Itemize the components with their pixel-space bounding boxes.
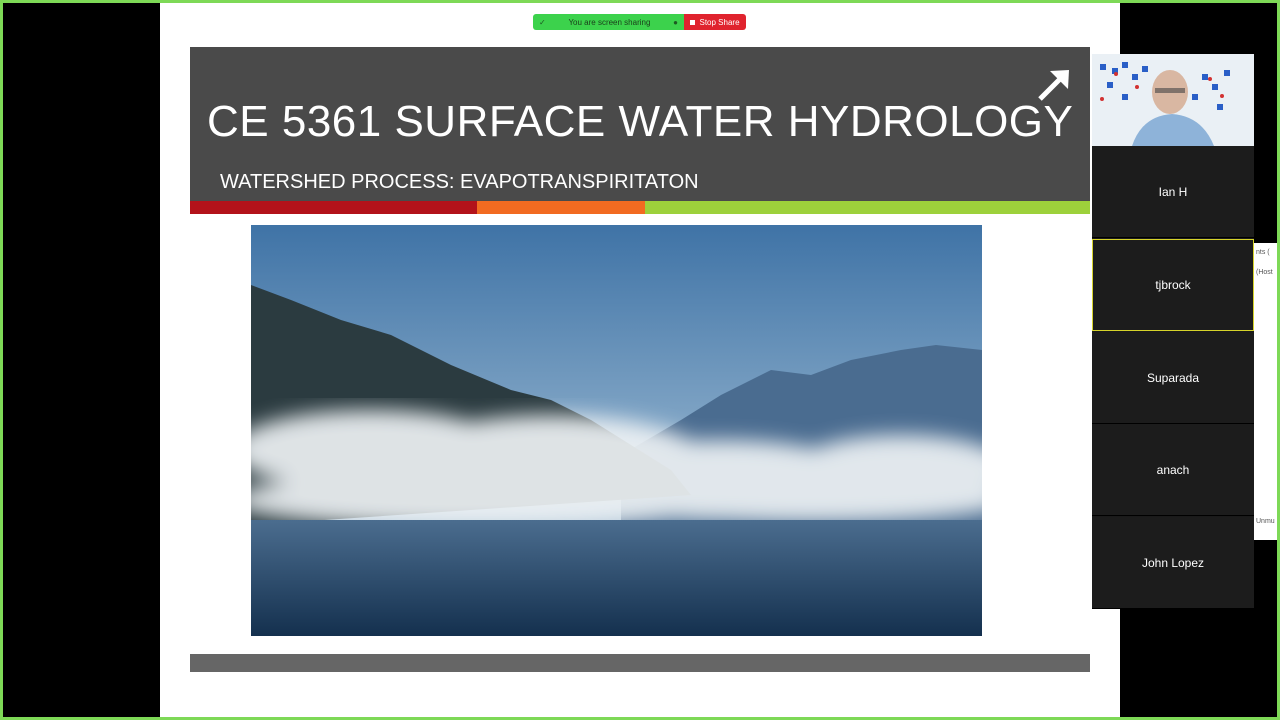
participant-tile-suparada[interactable]: Suparada <box>1092 332 1254 424</box>
speaker-video <box>1092 54 1254 146</box>
screen-share-bar: ✓ You are screen sharing ● Stop Share <box>533 14 746 30</box>
shield-icon: ● <box>673 17 678 27</box>
mist-lake-image <box>251 225 982 636</box>
slide-photo <box>251 225 982 636</box>
peek-text-1: nts ( <box>1256 249 1270 256</box>
stop-share-button[interactable]: Stop Share <box>684 14 746 30</box>
pin-icon[interactable]: ✓ <box>539 18 546 27</box>
accent-red <box>190 201 477 214</box>
accent-orange <box>477 201 645 214</box>
stop-share-label: Stop Share <box>699 17 740 27</box>
peek-text-2: (Host <box>1256 269 1273 276</box>
slide-title-box: CE 5361 SURFACE WATER HYDROLOGY WATERSHE… <box>190 47 1090 201</box>
participant-name: tjbrock <box>1155 278 1191 292</box>
stop-icon <box>690 19 696 25</box>
slide-accent-bar <box>190 201 1090 214</box>
share-status-text: You are screen sharing <box>568 17 651 27</box>
participant-name: John Lopez <box>1141 555 1205 570</box>
peek-text-3: Unmu <box>1256 518 1275 525</box>
participant-name: Suparada <box>1146 370 1200 385</box>
share-status: ✓ You are screen sharing ● <box>533 14 684 30</box>
participant-panel: Ian H tjbrock Suparada anach John Lopez <box>1092 54 1254 609</box>
participant-name: anach <box>1156 462 1190 477</box>
video-tile-speaker[interactable] <box>1092 54 1254 146</box>
accent-green <box>645 201 1090 214</box>
participants-window-peek[interactable]: nts ( (Host Unmu <box>1254 243 1280 540</box>
participant-tile-ian-h[interactable]: Ian H <box>1092 146 1254 238</box>
participant-tile-tjbrock[interactable]: tjbrock <box>1092 239 1254 331</box>
slide-subtitle: WATERSHED PROCESS: EVAPOTRANSPIRITATON <box>220 171 699 193</box>
participant-tile-john-lopez[interactable]: John Lopez <box>1092 517 1254 609</box>
slide-footer-bar <box>190 654 1090 672</box>
participant-name: Ian H <box>1158 184 1188 199</box>
participant-tile-anach[interactable]: anach <box>1092 424 1254 516</box>
left-letterbox <box>0 0 160 720</box>
slide-title: CE 5361 SURFACE WATER HYDROLOGY <box>207 97 1074 146</box>
arrow-up-right-icon <box>1038 70 1069 101</box>
